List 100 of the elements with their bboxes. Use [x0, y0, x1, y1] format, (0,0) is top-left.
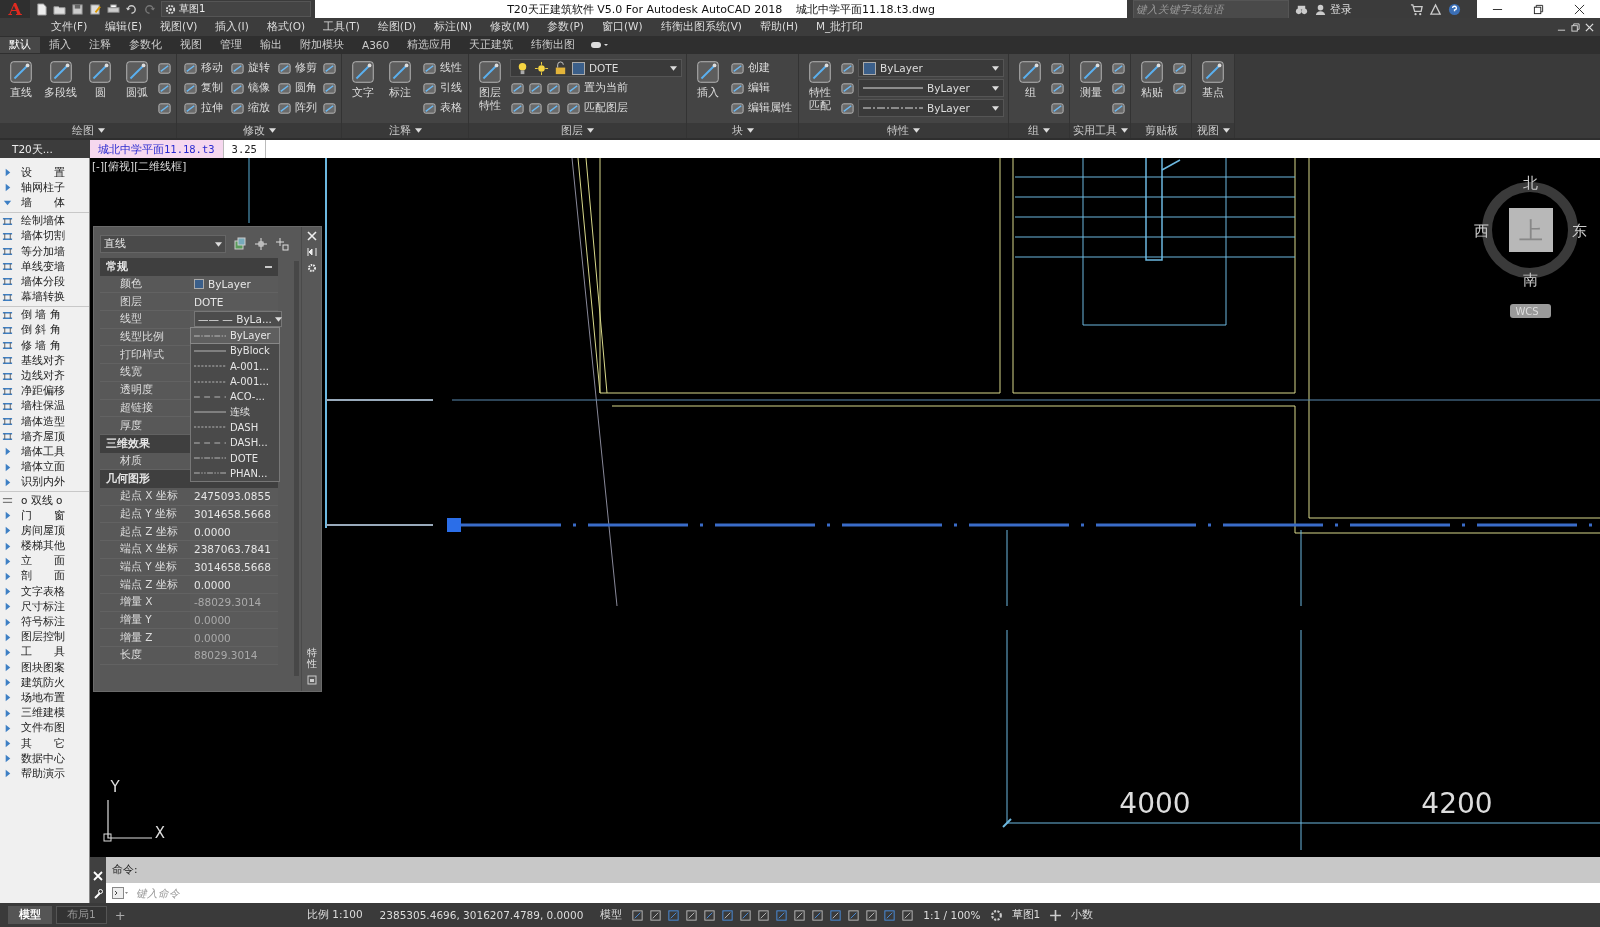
status-toggle-icon[interactable]	[721, 908, 735, 922]
ribbon-button[interactable]: 直线	[4, 57, 38, 100]
undo-icon[interactable]	[125, 2, 138, 16]
sidebar-item[interactable]: 基线对齐	[0, 353, 89, 369]
ribbon-tab[interactable]: 注释	[80, 37, 120, 53]
status-toggle-icon[interactable]	[667, 908, 681, 922]
menu-item[interactable]: 纬衡出图系统(V)	[651, 20, 751, 34]
status-toggle-icon[interactable]	[865, 908, 879, 922]
tool-icon[interactable]	[1050, 80, 1065, 96]
status-toggle-icon[interactable]	[739, 908, 753, 922]
workspace-dropdown[interactable]: 草图1	[1007, 908, 1045, 922]
menu-item[interactable]: 窗口(W)	[592, 20, 652, 34]
linetype-option[interactable]: ACO-...	[191, 389, 279, 405]
tool-icon[interactable]	[528, 100, 543, 116]
sidebar-item[interactable]: 识别内外	[0, 474, 89, 490]
linetype-option[interactable]: A-001...	[191, 358, 279, 374]
tool-icon[interactable]	[546, 100, 561, 116]
tool-icon[interactable]	[1172, 60, 1187, 76]
sidebar-item[interactable]: 轴网柱子	[0, 180, 89, 196]
sidebar-item[interactable]: 倒 斜 角	[0, 322, 89, 339]
new-file-icon[interactable]	[35, 2, 48, 16]
linetype-option[interactable]: DOTE	[191, 450, 279, 466]
panel-title[interactable]: 组	[1009, 123, 1069, 138]
ribbon-button[interactable]: 匹配图层	[564, 100, 630, 116]
sidebar-item[interactable]: 图层控制	[0, 629, 89, 645]
ribbon-button[interactable]: 表格	[420, 100, 464, 116]
linetype-option[interactable]: ByBlock	[191, 343, 279, 359]
layout-tab[interactable]: 布局1	[56, 906, 107, 924]
property-value[interactable]: 0.0000	[194, 525, 231, 538]
sidebar-item[interactable]: 帮助演示	[0, 766, 89, 782]
ribbon-button[interactable]: 创建	[728, 60, 772, 76]
save-as-icon[interactable]	[89, 2, 102, 16]
sign-in-button[interactable]: 登录	[1314, 1, 1404, 17]
ribbon-button[interactable]: 标注	[383, 57, 417, 100]
ribbon-tab[interactable]: 管理	[211, 37, 251, 53]
menu-item[interactable]: 文件(F)	[42, 20, 97, 34]
quick-select-icon[interactable]	[233, 237, 247, 251]
sidebar-item[interactable]: 建筑防火	[0, 675, 89, 691]
object-type-dropdown[interactable]: 直线	[100, 235, 226, 253]
ribbon-button[interactable]: 多段线	[41, 57, 80, 100]
sidebar-item[interactable]: 图块图案	[0, 660, 89, 676]
ribbon-button[interactable]: 复制	[181, 80, 225, 96]
sidebar-item[interactable]: 文件布图	[0, 720, 89, 736]
panel-title[interactable]: 绘图	[0, 123, 176, 138]
tool-icon[interactable]	[322, 60, 337, 76]
status-toggle-icon[interactable]	[829, 908, 843, 922]
property-value[interactable]: 3014658.5668	[194, 507, 271, 520]
tool-icon[interactable]	[840, 60, 855, 76]
search-field[interactable]: 键入关键字或短语	[1133, 0, 1289, 19]
sidebar-item[interactable]: o 双线 o	[0, 492, 89, 509]
plus-icon[interactable]	[1049, 908, 1063, 922]
sidebar-item[interactable]: 墙柱保温	[0, 398, 89, 414]
sidebar-item[interactable]: 墙体立面	[0, 459, 89, 475]
ribbon-button[interactable]: 修剪	[275, 60, 319, 76]
sidebar-item[interactable]: 墙体分段	[0, 274, 89, 290]
ribbon-tab[interactable]: 附加模块	[291, 37, 353, 53]
property-value[interactable]: ByLayer	[208, 278, 251, 291]
ribbon-tab[interactable]: 视图	[171, 37, 211, 53]
menu-item[interactable]: 参数(P)	[538, 20, 593, 34]
status-toggle-icon[interactable]	[847, 908, 861, 922]
ribbon-button[interactable]: 测量	[1074, 57, 1108, 100]
tool-icon[interactable]	[510, 100, 525, 116]
panel-title[interactable]: 特性	[799, 123, 1008, 138]
ribbon-button[interactable]: 移动	[181, 60, 225, 76]
panel-title[interactable]: 实用工具	[1070, 123, 1130, 138]
linetype-option[interactable]: DASH...	[191, 435, 279, 451]
ribbon-button[interactable]: 基点	[1196, 57, 1230, 100]
ribbon-button[interactable]: 插入	[691, 57, 725, 100]
close-icon[interactable]	[1585, 22, 1594, 32]
status-toggle-icon[interactable]	[793, 908, 807, 922]
panel-title[interactable]: 块	[687, 123, 798, 138]
sidebar-item[interactable]: 墙体工具	[0, 444, 89, 460]
ribbon-button[interactable]: 阵列	[275, 100, 319, 116]
section-header[interactable]: 常规	[100, 258, 278, 276]
crosshair-icon[interactable]	[254, 237, 268, 251]
linetype-option[interactable]: A-001...	[191, 373, 279, 390]
sidebar-item[interactable]: 门 窗	[0, 508, 89, 524]
linetype-option[interactable]: 连续	[191, 404, 279, 420]
ribbon-button[interactable]: 粘贴	[1135, 57, 1169, 100]
print-icon[interactable]	[107, 2, 120, 16]
ribbon-tab[interactable]: 精选应用	[398, 37, 461, 53]
ribbon-tab[interactable]: 参数化	[120, 37, 171, 53]
scale-dropdown[interactable]: 比例 1:100	[303, 908, 367, 922]
sidebar-item[interactable]: 剖 面	[0, 568, 89, 585]
panel-title[interactable]: 图层	[469, 123, 686, 138]
sidebar-item[interactable]: 场地布置	[0, 690, 89, 706]
sidebar-item[interactable]: 幕墙转换	[0, 289, 89, 305]
ribbon-button[interactable]: 特性匹配	[803, 57, 837, 113]
tool-icon[interactable]	[546, 80, 561, 96]
ribbon-button[interactable]: 圆	[83, 57, 117, 100]
property-value[interactable]: 2387063.7841	[194, 543, 271, 556]
sidebar-item[interactable]: 净距偏移	[0, 383, 89, 399]
sidebar-item[interactable]: 立 面	[0, 553, 89, 569]
linetype-dropdown[interactable]: —— — ByLa...	[194, 311, 282, 328]
cart-icon[interactable]	[1410, 2, 1423, 16]
sidebar-item[interactable]: 墙体切割	[0, 228, 89, 244]
model-space-button[interactable]: 模型	[596, 908, 627, 922]
ribbon-button[interactable]: 文字	[346, 57, 380, 100]
sidebar-item[interactable]: 单线变墙	[0, 259, 89, 275]
sidebar-item[interactable]: 数据中心	[0, 751, 89, 767]
